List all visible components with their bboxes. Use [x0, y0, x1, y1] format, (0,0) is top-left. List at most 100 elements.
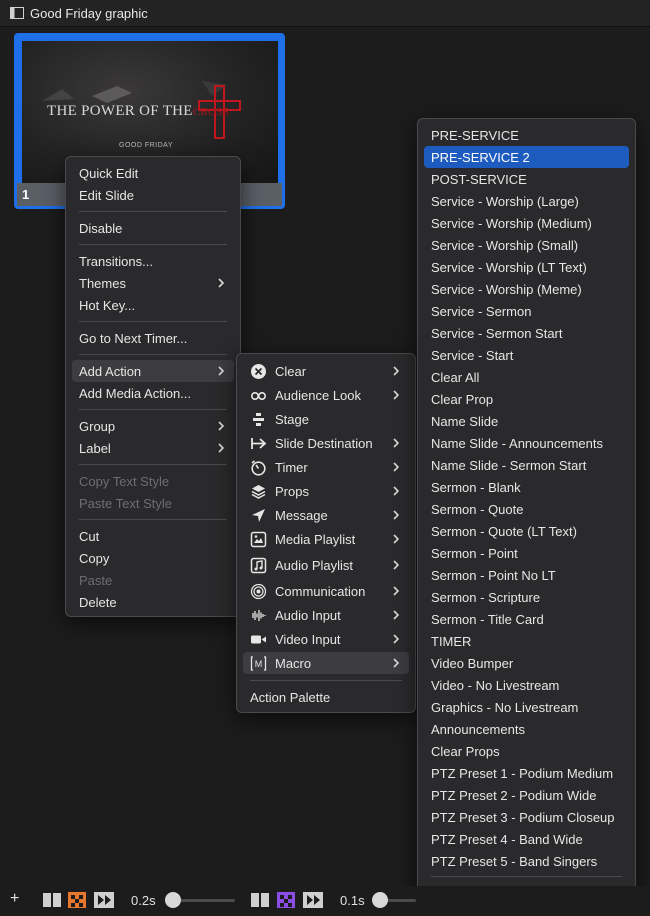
context-menu-item-quick-edit[interactable]: Quick Edit [72, 162, 234, 184]
macro-item-name-slide[interactable]: Name Slide [424, 410, 629, 432]
action-menu-item-clear[interactable]: Clear [243, 360, 409, 382]
macro-item-sermon-point-label: Sermon - Point [431, 545, 518, 561]
context-menu-item-transitions-label: Transitions... [79, 253, 153, 269]
macro-item-service-worship-lt-text[interactable]: Service - Worship (LT Text) [424, 256, 629, 278]
context-menu-item-add-action[interactable]: Add Action [72, 360, 234, 382]
macro-item-sermon-point[interactable]: Sermon - Point [424, 542, 629, 564]
action-menu-item-audio-playlist[interactable]: Audio Playlist [243, 554, 409, 576]
macro-item-ptz-preset-4-band-wide[interactable]: PTZ Preset 4 - Band Wide [424, 828, 629, 850]
chevron-right-icon [218, 421, 225, 431]
svg-text:M: M [255, 659, 263, 669]
macro-item-ptz-preset-1-podium-medium-label: PTZ Preset 1 - Podium Medium [431, 765, 614, 781]
chevron-right-icon [393, 462, 400, 472]
macro-item-clear-prop-label: Clear Prop [431, 391, 494, 407]
macro-item-sermon-blank[interactable]: Sermon - Blank [424, 476, 629, 498]
context-menu-item-copy[interactable]: Copy [72, 547, 234, 569]
macro-item-sermon-title-card[interactable]: Sermon - Title Card [424, 608, 629, 630]
macro-item-video-no-livestream[interactable]: Video - No Livestream [424, 674, 629, 696]
message-icon [252, 508, 265, 522]
macro-item-service-worship-large-label: Service - Worship (Large) [431, 193, 579, 209]
slide-number: 1 [22, 187, 30, 202]
action-menu-item-timer[interactable]: Timer [243, 456, 409, 478]
macro-item-ptz-preset-5-band-singers[interactable]: PTZ Preset 5 - Band Singers [424, 850, 629, 872]
macro-item-timer[interactable]: TIMER [424, 630, 629, 652]
macro-item-clear-all[interactable]: Clear All [424, 366, 629, 388]
macro-item-name-slide-sermon-start[interactable]: Name Slide - Sermon Start [424, 454, 629, 476]
transition-push-2-icon[interactable] [303, 892, 323, 908]
context-menu-item-cut[interactable]: Cut [72, 525, 234, 547]
add-slide-button[interactable]: + [10, 890, 19, 908]
transition-dissolve-2-icon[interactable] [277, 892, 295, 908]
menu-separator [79, 354, 227, 355]
macro-item-ptz-preset-3-podium-closeup[interactable]: PTZ Preset 3 - Podium Closeup [424, 806, 629, 828]
macro-item-sermon-scripture[interactable]: Sermon - Scripture [424, 586, 629, 608]
macro-item-sermon-point-no-lt[interactable]: Sermon - Point No LT [424, 564, 629, 586]
context-menu-item-go-to-next-timer[interactable]: Go to Next Timer... [72, 327, 234, 349]
layout-toggle-icon[interactable] [43, 893, 61, 907]
transition-duration-slider-2-knob[interactable] [372, 892, 388, 908]
macro-item-video-bumper-label: Video Bumper [431, 655, 514, 671]
context-menu-item-delete-label: Delete [79, 594, 117, 610]
macro-item-clear-props[interactable]: Clear Props [424, 740, 629, 762]
context-menu-item-add-media-action[interactable]: Add Media Action... [72, 382, 234, 404]
context-menu-item-edit-slide[interactable]: Edit Slide [72, 184, 234, 206]
context-menu-item-transitions[interactable]: Transitions... [72, 250, 234, 272]
transition-dissolve-icon[interactable] [68, 892, 86, 908]
macro-item-service-worship-medium[interactable]: Service - Worship (Medium) [424, 212, 629, 234]
macro-item-pre-service[interactable]: PRE-SERVICE [424, 124, 629, 146]
transition-duration-slider-1-knob[interactable] [165, 892, 181, 908]
macro-item-name-slide-announcements-label: Name Slide - Announcements [431, 435, 603, 451]
context-menu-item-disable[interactable]: Disable [72, 217, 234, 239]
macro-item-sermon-quote[interactable]: Sermon - Quote [424, 498, 629, 520]
menu-separator [250, 680, 402, 681]
macro-item-announcements[interactable]: Announcements [424, 718, 629, 740]
macro-item-service-sermon[interactable]: Service - Sermon [424, 300, 629, 322]
action-menu-item-message[interactable]: Message [243, 504, 409, 526]
context-menu-item-hot-key[interactable]: Hot Key... [72, 294, 234, 316]
communication-icon [250, 583, 267, 599]
action-menu-item-props[interactable]: Props [243, 480, 409, 502]
layout-toggle-2-icon[interactable] [251, 893, 269, 907]
macro-item-ptz-preset-1-podium-medium[interactable]: PTZ Preset 1 - Podium Medium [424, 762, 629, 784]
macro-item-graphics-no-livestream[interactable]: Graphics - No Livestream [424, 696, 629, 718]
video-input-icon [251, 635, 266, 643]
action-menu-item-stage[interactable]: Stage [243, 408, 409, 430]
menu-separator [431, 876, 622, 877]
chevron-right-icon [218, 278, 225, 288]
macro-item-pre-service-2[interactable]: PRE-SERVICE 2 [424, 146, 629, 168]
macro-item-service-worship-large[interactable]: Service - Worship (Large) [424, 190, 629, 212]
action-menu-item-video-input[interactable]: Video Input [243, 628, 409, 650]
context-menu-item-group[interactable]: Group [72, 415, 234, 437]
action-menu-item-audience-look[interactable]: Audience Look [243, 384, 409, 406]
context-menu-item-group-label: Group [79, 418, 116, 434]
chevron-right-icon [393, 560, 400, 570]
macro-item-video-bumper[interactable]: Video Bumper [424, 652, 629, 674]
macro-item-sermon-quote-lt-text[interactable]: Sermon - Quote (LT Text) [424, 520, 629, 542]
action-menu-item-audio-input[interactable]: Audio Input [243, 604, 409, 626]
action-menu-item-media-playlist[interactable]: Media Playlist [243, 528, 409, 550]
macro-item-service-sermon-start[interactable]: Service - Sermon Start [424, 322, 629, 344]
menu-separator [79, 321, 227, 322]
macro-item-service-worship-small[interactable]: Service - Worship (Small) [424, 234, 629, 256]
context-menu-item-label-label: Label [79, 440, 111, 456]
media-playlist-icon [250, 531, 267, 547]
action-menu-item-communication[interactable]: Communication [243, 580, 409, 602]
macro-item-announcements-label: Announcements [431, 721, 525, 737]
macro-item-video-no-livestream-label: Video - No Livestream [431, 677, 560, 693]
context-menu-item-themes[interactable]: Themes [72, 272, 234, 294]
macro-item-service-worship-lt-text-label: Service - Worship (LT Text) [431, 259, 587, 275]
macro-item-service-start[interactable]: Service - Start [424, 344, 629, 366]
action-palette-item[interactable]: Action Palette [243, 686, 409, 708]
macro-item-clear-prop[interactable]: Clear Prop [424, 388, 629, 410]
macro-item-service-worship-meme[interactable]: Service - Worship (Meme) [424, 278, 629, 300]
action-menu-item-slide-destination[interactable]: Slide Destination [243, 432, 409, 454]
chevron-right-icon [393, 586, 400, 596]
context-menu-item-delete[interactable]: Delete [72, 591, 234, 613]
macro-item-name-slide-announcements[interactable]: Name Slide - Announcements [424, 432, 629, 454]
macro-item-ptz-preset-2-podium-wide[interactable]: PTZ Preset 2 - Podium Wide [424, 784, 629, 806]
action-menu-item-macro[interactable]: M Macro [243, 652, 409, 674]
transition-push-icon[interactable] [94, 892, 114, 908]
context-menu-item-label[interactable]: Label [72, 437, 234, 459]
macro-item-name-slide-sermon-start-label: Name Slide - Sermon Start [431, 457, 587, 473]
macro-item-post-service[interactable]: POST-SERVICE [424, 168, 629, 190]
